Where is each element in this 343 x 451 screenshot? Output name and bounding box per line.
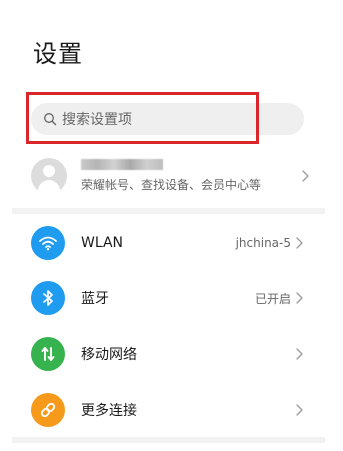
chevron-right-icon (302, 170, 309, 182)
list-item-mobile-network[interactable]: 移动网络 (31, 333, 304, 375)
page-title: 设置 (33, 40, 83, 68)
mobile-data-icon (31, 337, 65, 371)
list-item-bluetooth[interactable]: 蓝牙 已开启 (31, 277, 304, 319)
chevron-right-icon (296, 237, 303, 249)
settings-page: 设置 搜索设置项 荣耀帐号、查找设备、会员中心等 WLAN jhchina-5 … (0, 0, 343, 451)
bluetooth-icon (31, 281, 65, 315)
chevron-right-icon (296, 348, 303, 360)
list-item-label: 更多连接 (81, 403, 137, 419)
list-item-label: 移动网络 (81, 347, 137, 363)
account-subtitle: 荣耀帐号、查找设备、会员中心等 (81, 178, 262, 192)
account-text: 荣耀帐号、查找设备、会员中心等 (81, 159, 301, 193)
wifi-icon (31, 226, 65, 260)
list-item-value: 已开启 (254, 291, 291, 306)
list-item-more-connections[interactable]: 更多连接 (31, 389, 304, 431)
search-highlight-box (26, 92, 259, 144)
chevron-right-icon (296, 404, 303, 416)
section-divider (12, 437, 325, 443)
link-icon (31, 393, 65, 427)
avatar-icon (31, 158, 67, 194)
list-item-wlan[interactable]: WLAN jhchina-5 (31, 222, 304, 264)
list-item-label: 蓝牙 (81, 291, 109, 307)
account-row[interactable]: 荣耀帐号、查找设备、会员中心等 (31, 150, 311, 202)
list-item-label: WLAN (81, 235, 124, 251)
section-divider (12, 208, 325, 214)
account-name-redacted (81, 159, 163, 170)
chevron-right-icon (296, 292, 303, 304)
list-item-value: jhchina-5 (235, 236, 291, 250)
